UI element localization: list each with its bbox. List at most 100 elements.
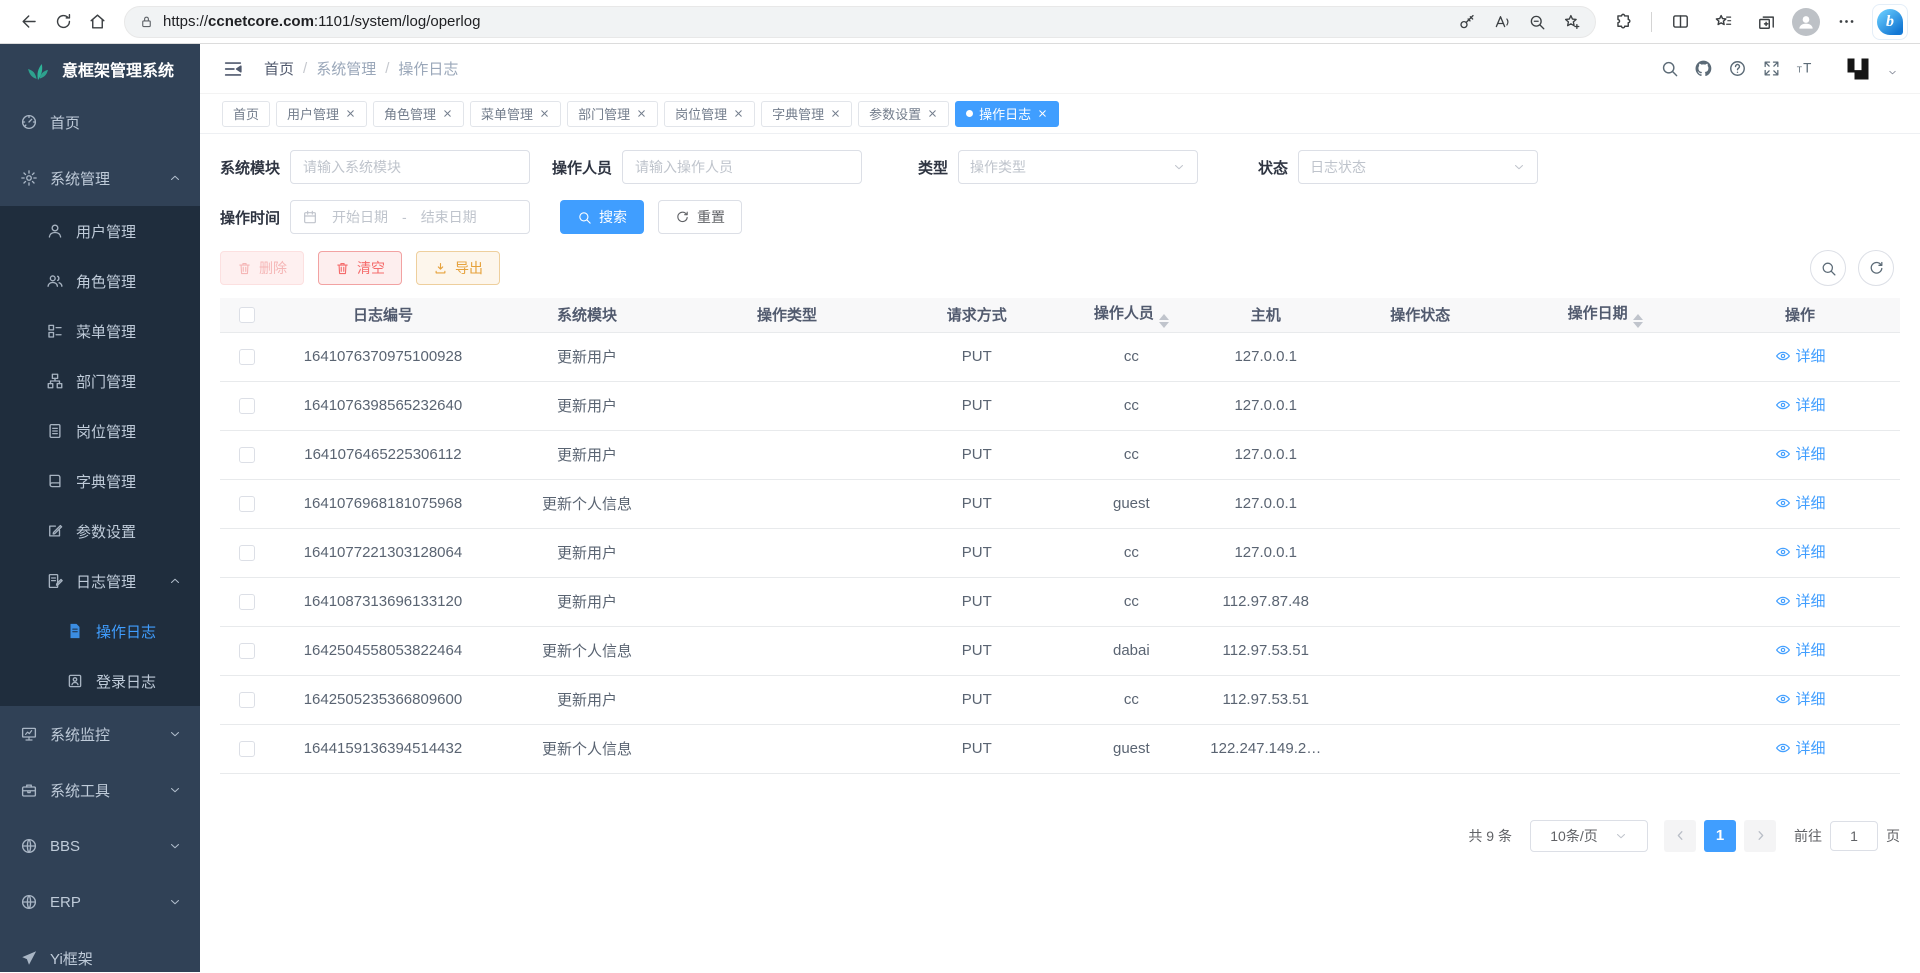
browser-profile-avatar[interactable] bbox=[1792, 8, 1820, 36]
tab-3[interactable]: 菜单管理 bbox=[470, 101, 561, 127]
close-icon[interactable] bbox=[539, 108, 550, 119]
sidebar-item-14[interactable]: BBS bbox=[0, 818, 200, 874]
sidebar-item-4[interactable]: 菜单管理 bbox=[0, 306, 200, 356]
next-page-button[interactable] bbox=[1744, 820, 1776, 852]
browser-back-button[interactable] bbox=[12, 5, 46, 39]
tab-8[interactable]: 操作日志 bbox=[955, 101, 1059, 127]
select-all-checkbox[interactable] bbox=[239, 307, 255, 323]
detail-link[interactable]: 详细 bbox=[1775, 541, 1826, 562]
date-separator: - bbox=[402, 209, 407, 225]
row-checkbox[interactable] bbox=[239, 447, 255, 463]
breadcrumb-system[interactable]: 系统管理 bbox=[316, 58, 376, 79]
font-size-icon[interactable]: TT bbox=[1796, 59, 1815, 78]
sidebar-item-8[interactable]: 参数设置 bbox=[0, 506, 200, 556]
detail-link[interactable]: 详细 bbox=[1775, 639, 1826, 660]
detail-link[interactable]: 详细 bbox=[1775, 590, 1826, 611]
chevron-down-icon[interactable] bbox=[1887, 67, 1898, 78]
read-aloud-icon[interactable] bbox=[1493, 13, 1511, 31]
close-icon[interactable] bbox=[1037, 108, 1048, 119]
export-button[interactable]: 导出 bbox=[416, 251, 500, 285]
person-icon bbox=[1796, 12, 1816, 32]
sidebar-item-16[interactable]: Yi框架 bbox=[0, 930, 200, 972]
close-icon[interactable] bbox=[345, 108, 356, 119]
sidebar-item-3[interactable]: 角色管理 bbox=[0, 256, 200, 306]
operator-input[interactable] bbox=[622, 150, 862, 184]
fullscreen-icon[interactable] bbox=[1762, 59, 1781, 78]
type-select[interactable]: 操作类型 bbox=[958, 150, 1198, 184]
sidebar-item-6[interactable]: 岗位管理 bbox=[0, 406, 200, 456]
sidebar-item-11[interactable]: 登录日志 bbox=[0, 656, 200, 706]
detail-link[interactable]: 详细 bbox=[1775, 737, 1826, 758]
global-search-icon[interactable] bbox=[1660, 59, 1679, 78]
row-checkbox[interactable] bbox=[239, 692, 255, 708]
detail-link[interactable]: 详细 bbox=[1775, 394, 1826, 415]
detail-link[interactable]: 详细 bbox=[1775, 443, 1826, 464]
split-screen-button[interactable] bbox=[1663, 5, 1697, 39]
page-1-button[interactable]: 1 bbox=[1704, 820, 1736, 852]
close-icon[interactable] bbox=[830, 108, 841, 119]
detail-link[interactable]: 详细 bbox=[1775, 492, 1826, 513]
prev-page-button[interactable] bbox=[1664, 820, 1696, 852]
tab-7[interactable]: 参数设置 bbox=[858, 101, 949, 127]
tab-0[interactable]: 首页 bbox=[222, 101, 270, 127]
sidebar-item-15[interactable]: ERP bbox=[0, 874, 200, 930]
collections-button[interactable] bbox=[1749, 5, 1783, 39]
reset-button[interactable]: 重置 bbox=[658, 200, 742, 234]
tab-5[interactable]: 岗位管理 bbox=[664, 101, 755, 127]
page-size-select[interactable]: 10条/页 bbox=[1530, 820, 1648, 852]
close-icon[interactable] bbox=[927, 108, 938, 119]
sidebar-item-12[interactable]: 系统监控 bbox=[0, 706, 200, 762]
row-checkbox[interactable] bbox=[239, 398, 255, 414]
help-icon[interactable] bbox=[1728, 59, 1747, 78]
clear-button[interactable]: 清空 bbox=[318, 251, 402, 285]
browser-settings-button[interactable] bbox=[1829, 5, 1863, 39]
tab-6[interactable]: 字典管理 bbox=[761, 101, 852, 127]
detail-link[interactable]: 详细 bbox=[1775, 688, 1826, 709]
sidebar-item-0[interactable]: 首页 bbox=[0, 94, 200, 150]
sort-caret-icon[interactable] bbox=[1633, 314, 1643, 328]
sidebar-item-2[interactable]: 用户管理 bbox=[0, 206, 200, 256]
table-refresh-button[interactable] bbox=[1858, 250, 1894, 286]
user-avatar-logo[interactable] bbox=[1844, 55, 1872, 83]
module-input[interactable] bbox=[290, 150, 530, 184]
row-checkbox[interactable] bbox=[239, 349, 255, 365]
tab-2[interactable]: 角色管理 bbox=[373, 101, 464, 127]
row-checkbox[interactable] bbox=[239, 594, 255, 610]
goto-page-input[interactable] bbox=[1830, 821, 1878, 851]
sidebar-item-13[interactable]: 系统工具 bbox=[0, 762, 200, 818]
password-key-icon[interactable] bbox=[1458, 13, 1476, 31]
tab-4[interactable]: 部门管理 bbox=[567, 101, 658, 127]
sidebar-item-10[interactable]: 操作日志 bbox=[0, 606, 200, 656]
table-search-button[interactable] bbox=[1810, 250, 1846, 286]
browser-refresh-button[interactable] bbox=[46, 5, 80, 39]
address-bar[interactable]: https://ccnetcore.com:1101/system/log/op… bbox=[124, 6, 1596, 38]
status-select[interactable]: 日志状态 bbox=[1298, 150, 1538, 184]
tab-1[interactable]: 用户管理 bbox=[276, 101, 367, 127]
row-checkbox[interactable] bbox=[239, 545, 255, 561]
bing-chat-button[interactable]: b bbox=[1872, 4, 1908, 40]
add-favorite-icon[interactable] bbox=[1563, 13, 1581, 31]
close-icon[interactable] bbox=[733, 108, 744, 119]
favorites-button[interactable] bbox=[1706, 5, 1740, 39]
date-range-input[interactable]: 开始日期 - 结束日期 bbox=[290, 200, 530, 234]
zoom-out-icon[interactable] bbox=[1528, 13, 1546, 31]
close-icon[interactable] bbox=[636, 108, 647, 119]
delete-button[interactable]: 删除 bbox=[220, 251, 304, 285]
row-checkbox[interactable] bbox=[239, 643, 255, 659]
github-icon[interactable] bbox=[1694, 59, 1713, 78]
close-icon[interactable] bbox=[442, 108, 453, 119]
row-checkbox[interactable] bbox=[239, 741, 255, 757]
app-logo[interactable]: 意框架管理系统 bbox=[0, 44, 200, 94]
breadcrumb-home[interactable]: 首页 bbox=[264, 58, 294, 79]
sidebar-item-5[interactable]: 部门管理 bbox=[0, 356, 200, 406]
search-button[interactable]: 搜索 bbox=[560, 200, 644, 234]
extensions-button[interactable] bbox=[1606, 5, 1640, 39]
sidebar-item-9[interactable]: 日志管理 bbox=[0, 556, 200, 606]
detail-link[interactable]: 详细 bbox=[1775, 345, 1826, 366]
sidebar-item-1[interactable]: 系统管理 bbox=[0, 150, 200, 206]
sidebar-item-7[interactable]: 字典管理 bbox=[0, 456, 200, 506]
collapse-sidebar-icon[interactable] bbox=[222, 58, 244, 80]
row-checkbox[interactable] bbox=[239, 496, 255, 512]
sort-caret-icon[interactable] bbox=[1159, 314, 1169, 328]
browser-home-button[interactable] bbox=[80, 5, 114, 39]
